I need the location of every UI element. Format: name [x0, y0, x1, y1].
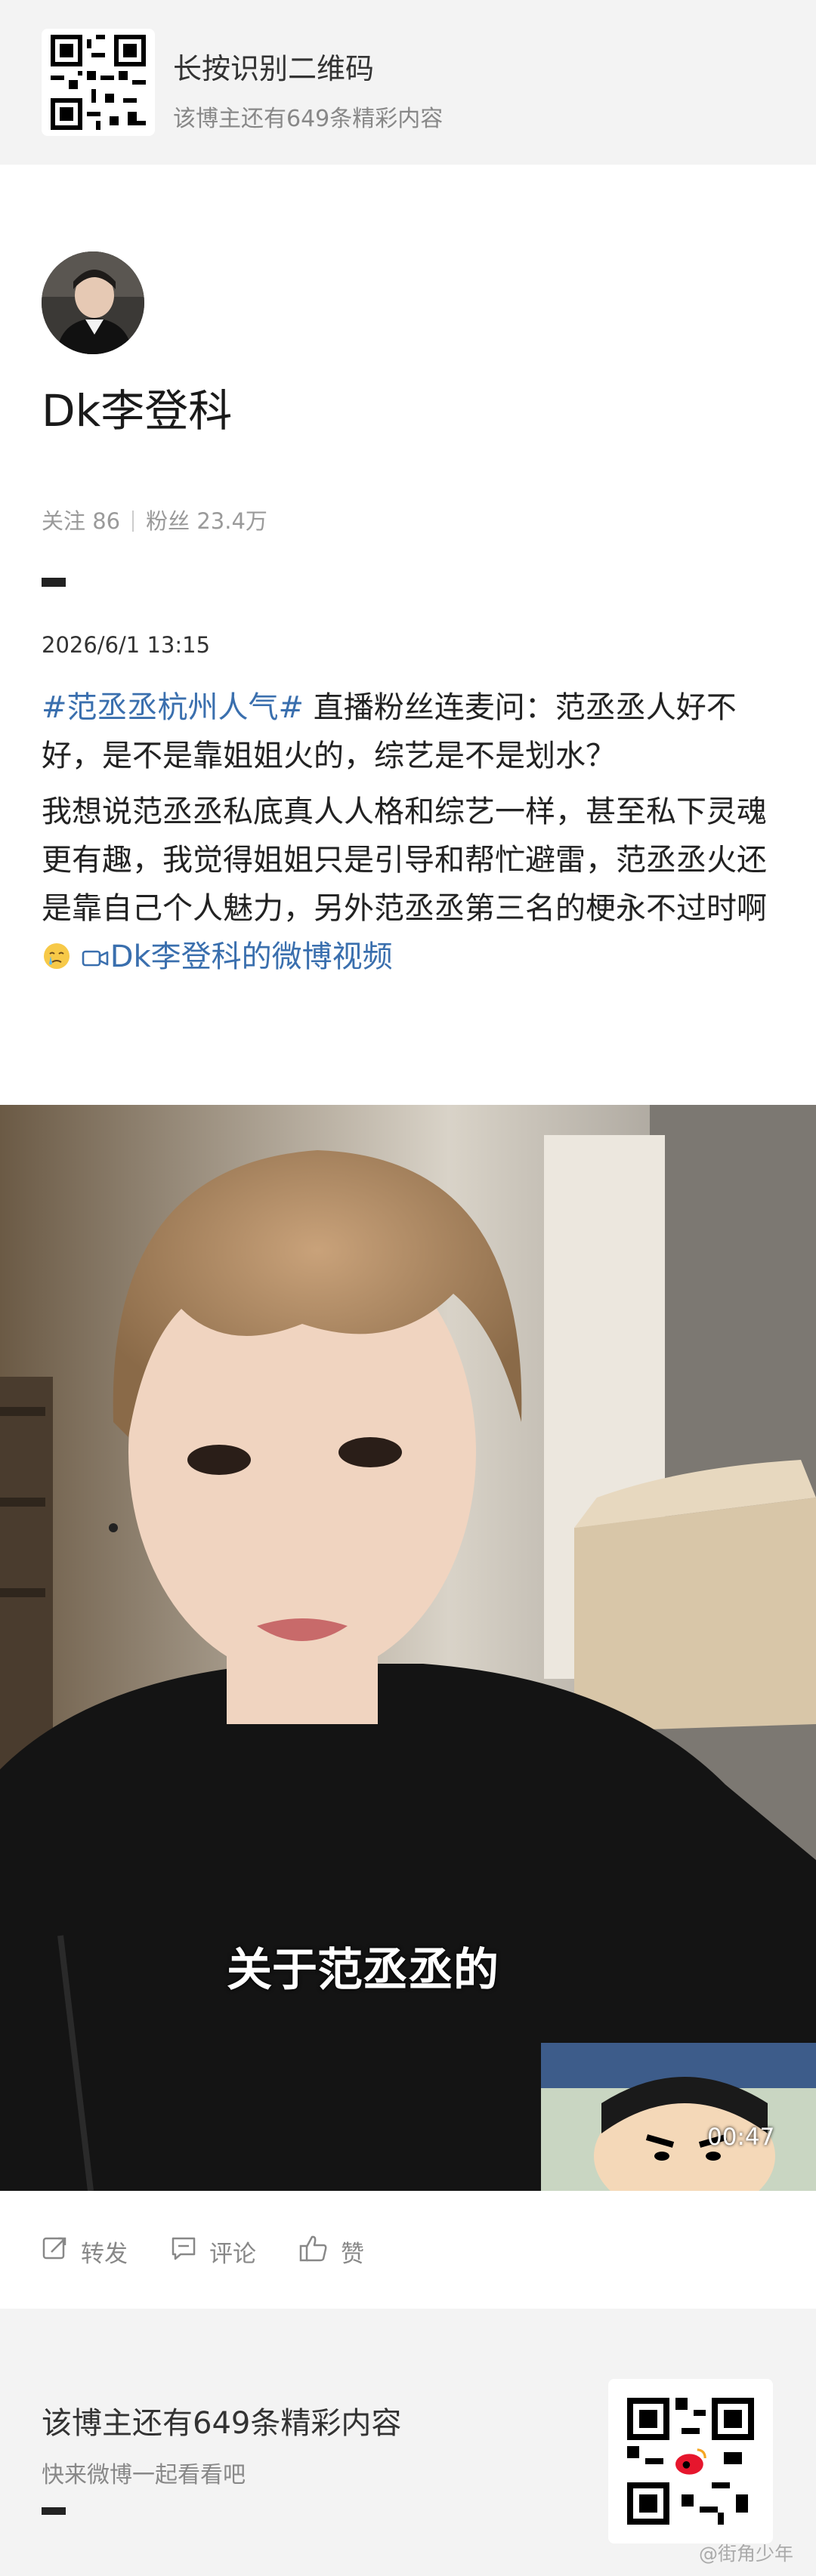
video-camera-icon	[82, 939, 110, 974]
section-divider	[42, 578, 66, 587]
like-button[interactable]: 赞	[298, 2234, 364, 2269]
repost-label: 转发	[81, 2240, 128, 2268]
video-player[interactable]	[0, 1105, 816, 2191]
post-actions: 转发 评论 赞	[42, 2229, 406, 2274]
post-text-2: 我想说范丞丞私底真人人格和综艺一样，甚至私下灵魂更有趣，我觉得姐姐只是引导和帮忙…	[42, 794, 767, 926]
scan-qr-title: 长按识别二维码	[173, 52, 375, 85]
post-paragraph-2: 我想说范丞丞私底真人人格和综艺一样，甚至私下灵魂更有趣，我觉得姐姐只是引导和帮忙…	[42, 788, 782, 986]
author-stats: 关注 86 粉丝 23.4万	[42, 504, 267, 535]
stats-divider	[132, 511, 134, 532]
fans-count[interactable]: 粉丝 23.4万	[146, 508, 267, 534]
video-subtitle: 关于范丞丞的	[227, 1944, 499, 1997]
like-label: 赞	[341, 2240, 364, 2268]
crying-emoji-icon	[42, 937, 72, 986]
video-link-label: Dk李登科的微博视频	[110, 939, 393, 974]
weibo-watermark: @街角少年	[699, 2543, 794, 2565]
video-link[interactable]: Dk李登科的微博视频	[82, 939, 393, 974]
bottom-banner-title: 该博主还有649条精彩内容	[42, 2406, 402, 2441]
weibo-qr-code-icon[interactable]	[608, 2379, 773, 2544]
post-paragraph-1: #范丞丞杭州人气# 直播粉丝连麦问：范丞丞人好不好，是不是靠姐姐火的，综艺是不是…	[42, 683, 782, 780]
video-pip-thumbnail	[541, 2043, 816, 2191]
bottom-divider	[42, 2507, 66, 2515]
comment-icon	[170, 2235, 209, 2268]
repost-icon	[42, 2235, 81, 2268]
repost-button[interactable]: 转发	[42, 2235, 128, 2269]
hashtag-link[interactable]: #范丞丞杭州人气#	[42, 690, 304, 725]
avatar[interactable]	[42, 251, 144, 354]
post-date: 2026/6/1 13:15	[42, 632, 211, 658]
qr-code-icon[interactable]	[42, 29, 155, 136]
thumbs-up-icon	[298, 2234, 341, 2269]
more-content-hint: 该博主还有649条精彩内容	[173, 106, 444, 132]
post-body: #范丞丞杭州人气# 直播粉丝连麦问：范丞丞人好不好，是不是靠姐姐火的，综艺是不是…	[42, 683, 782, 993]
bottom-banner-subtitle: 快来微博一起看看吧	[42, 2462, 246, 2488]
video-duration: 00:47	[707, 2124, 775, 2151]
video-frame	[0, 1105, 816, 2191]
comment-label: 评论	[209, 2240, 256, 2268]
comment-button[interactable]: 评论	[170, 2235, 256, 2269]
follow-count[interactable]: 关注 86	[42, 508, 120, 534]
author-name[interactable]: Dk李登科	[42, 375, 232, 439]
